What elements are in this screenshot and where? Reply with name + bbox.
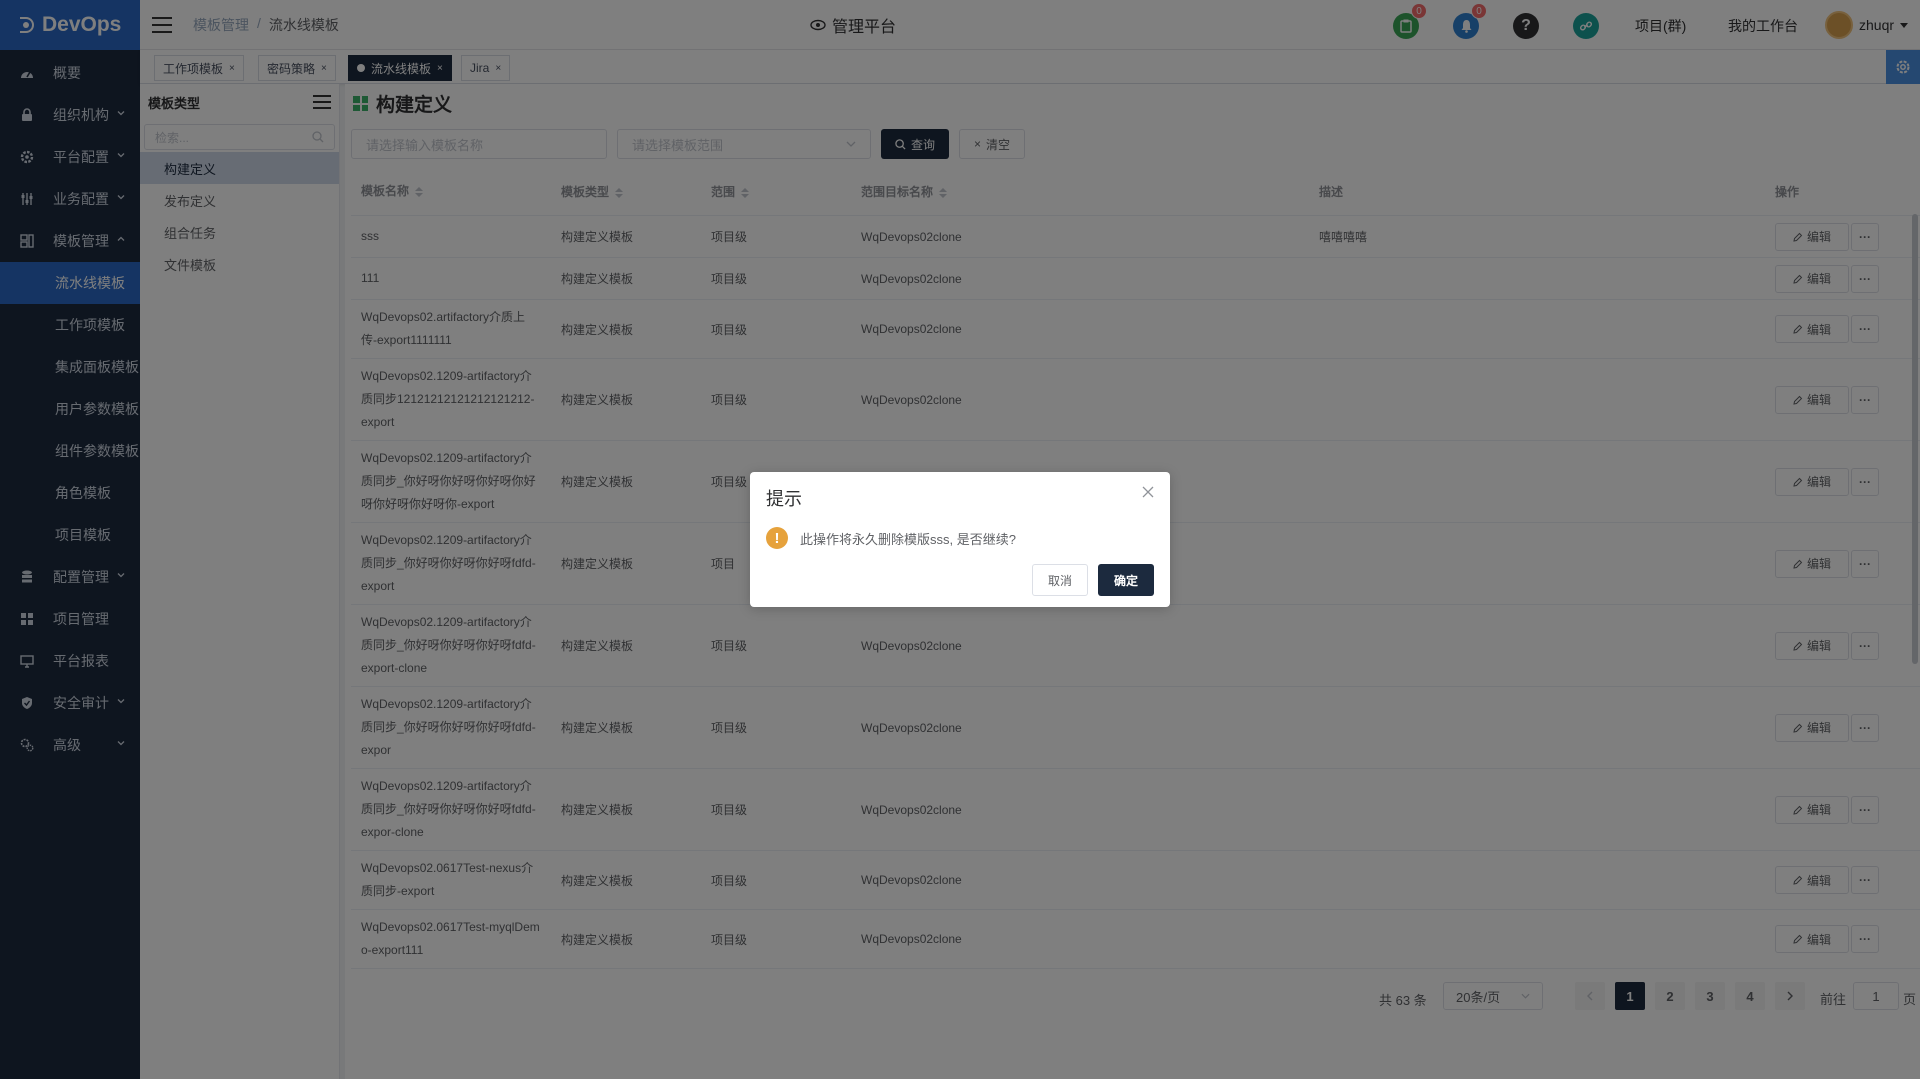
close-icon[interactable]	[1142, 486, 1154, 498]
warning-icon: !	[766, 527, 788, 549]
confirm-dialog: 提示 ! 此操作将永久删除模版sss, 是否继续? 取消 确定	[750, 472, 1170, 607]
dialog-title: 提示	[766, 489, 802, 509]
dialog-body: ! 此操作将永久删除模版sss, 是否继续?	[766, 527, 1016, 549]
dialog-message: 此操作将永久删除模版sss, 是否继续?	[800, 531, 1016, 547]
confirm-button[interactable]: 确定	[1098, 564, 1154, 596]
cancel-button[interactable]: 取消	[1032, 564, 1088, 596]
